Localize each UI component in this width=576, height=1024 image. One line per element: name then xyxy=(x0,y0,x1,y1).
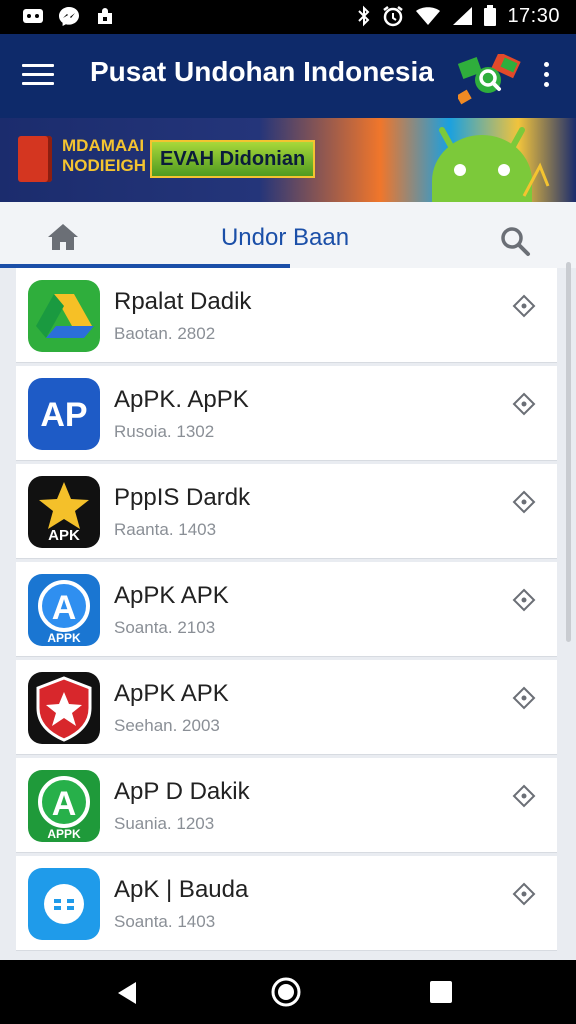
ap-logo-label: AP xyxy=(40,396,87,434)
app-subtitle: Rusoia. 1302 xyxy=(114,422,215,441)
status-bar: 17:30 xyxy=(0,0,576,34)
home-circle-icon[interactable] xyxy=(270,976,302,1008)
list-item[interactable]: ApK | Bauda Soanta. 1403 xyxy=(16,856,557,951)
app-list: Rpalat Dadik Baotan. 2802 AP ApPK. ApPK … xyxy=(16,268,557,954)
messenger-icon xyxy=(58,6,80,26)
app-name: PppIS Dardk xyxy=(114,484,251,511)
appk-label: APPK xyxy=(47,827,81,841)
list-item[interactable]: Rpalat Dadik Baotan. 2802 xyxy=(16,268,557,363)
app-subtitle: Suania. 1203 xyxy=(114,814,215,833)
app-bar: Pusat Undohan Indonesia xyxy=(0,34,576,118)
box-icon xyxy=(18,136,52,182)
app-title: Pusat Undohan Indonesia xyxy=(90,56,434,87)
ap-logo-icon: AP xyxy=(28,378,100,450)
status-time: 17:30 xyxy=(507,4,560,27)
banner-text-line1: MDAMAAI xyxy=(62,136,145,155)
status-left-icons xyxy=(22,6,116,26)
svg-text:A: A xyxy=(52,589,77,627)
notification-icon xyxy=(94,6,116,26)
hamburger-menu-icon[interactable] xyxy=(22,64,54,88)
app-subtitle: Baotan. 2802 xyxy=(114,324,216,343)
list-item[interactable]: APK PppIS Dardk Raanta. 1403 xyxy=(16,464,557,559)
list-item[interactable]: A APPK ApPK APK Soanta. 2103 xyxy=(16,562,557,657)
bluetooth-icon xyxy=(358,5,370,27)
more-vert-icon[interactable] xyxy=(538,62,554,94)
wifi-icon xyxy=(416,7,441,25)
scrollbar[interactable] xyxy=(566,262,571,642)
alarm-icon xyxy=(383,6,404,27)
diamond-action-icon[interactable] xyxy=(512,588,536,612)
app-name: ApK | Bauda xyxy=(114,876,249,903)
list-item[interactable]: AP ApPK. ApPK Rusoia. 1302 xyxy=(16,366,557,461)
status-right-icons: 17:30 xyxy=(357,4,560,28)
list-item[interactable]: ApPK APK Seehan. 2003 xyxy=(16,660,557,755)
app-subtitle: Raanta. 1403 xyxy=(114,520,217,539)
star-apk-icon: APK xyxy=(28,476,100,548)
app-name: Rpalat Dadik xyxy=(114,288,252,315)
app-name: ApPK APK xyxy=(114,680,229,707)
app-subtitle: Soanta. 1403 xyxy=(114,912,216,931)
app-name: ApP D Dakik xyxy=(114,778,250,805)
recents-icon[interactable] xyxy=(430,981,452,1003)
google-drive-style-icon xyxy=(28,280,100,352)
android-robot-icon xyxy=(432,127,550,202)
diamond-action-icon[interactable] xyxy=(512,490,536,514)
banner-text-line2: NODIEIGH xyxy=(62,156,147,175)
promo-banner[interactable]: MDAMAAI NODIEIGH EVAH Didonian xyxy=(0,118,576,202)
app-subtitle: Seehan. 2003 xyxy=(114,716,220,735)
diamond-action-icon[interactable] xyxy=(512,882,536,906)
diamond-action-icon[interactable] xyxy=(512,294,536,318)
tab-active[interactable]: Undor Baan xyxy=(140,224,430,252)
signal-icon xyxy=(453,7,473,25)
battery-icon xyxy=(484,5,497,26)
star-apk-label: APK xyxy=(48,527,80,544)
banner-text-left: MDAMAAI NODIEIGH xyxy=(62,136,146,176)
app-name: ApPK APK xyxy=(114,582,229,609)
tab-bar: Undor Baan xyxy=(0,202,576,268)
chat-bubble-icon xyxy=(28,868,100,940)
search-icon[interactable] xyxy=(498,224,532,258)
svg-text:A: A xyxy=(52,785,77,823)
home-icon[interactable] xyxy=(46,222,80,252)
a-appk-green-icon: A APPK xyxy=(28,770,100,842)
shield-star-icon xyxy=(28,672,100,744)
back-icon[interactable] xyxy=(114,980,140,1006)
app-subtitle: Soanta. 2103 xyxy=(114,618,216,637)
a-appk-blue-icon: A APPK xyxy=(28,574,100,646)
diamond-action-icon[interactable] xyxy=(512,784,536,808)
banner-cta[interactable]: EVAH Didonian xyxy=(150,140,316,178)
diamond-action-icon[interactable] xyxy=(512,686,536,710)
search-icon[interactable] xyxy=(456,51,522,106)
list-item[interactable]: A APPK ApP D Dakik Suania. 1203 xyxy=(16,758,557,853)
gamepad-icon xyxy=(22,6,44,26)
app-name: ApPK. ApPK xyxy=(114,386,249,413)
appk-label: APPK xyxy=(47,631,81,645)
diamond-action-icon[interactable] xyxy=(512,392,536,416)
system-nav-bar xyxy=(0,960,576,1024)
